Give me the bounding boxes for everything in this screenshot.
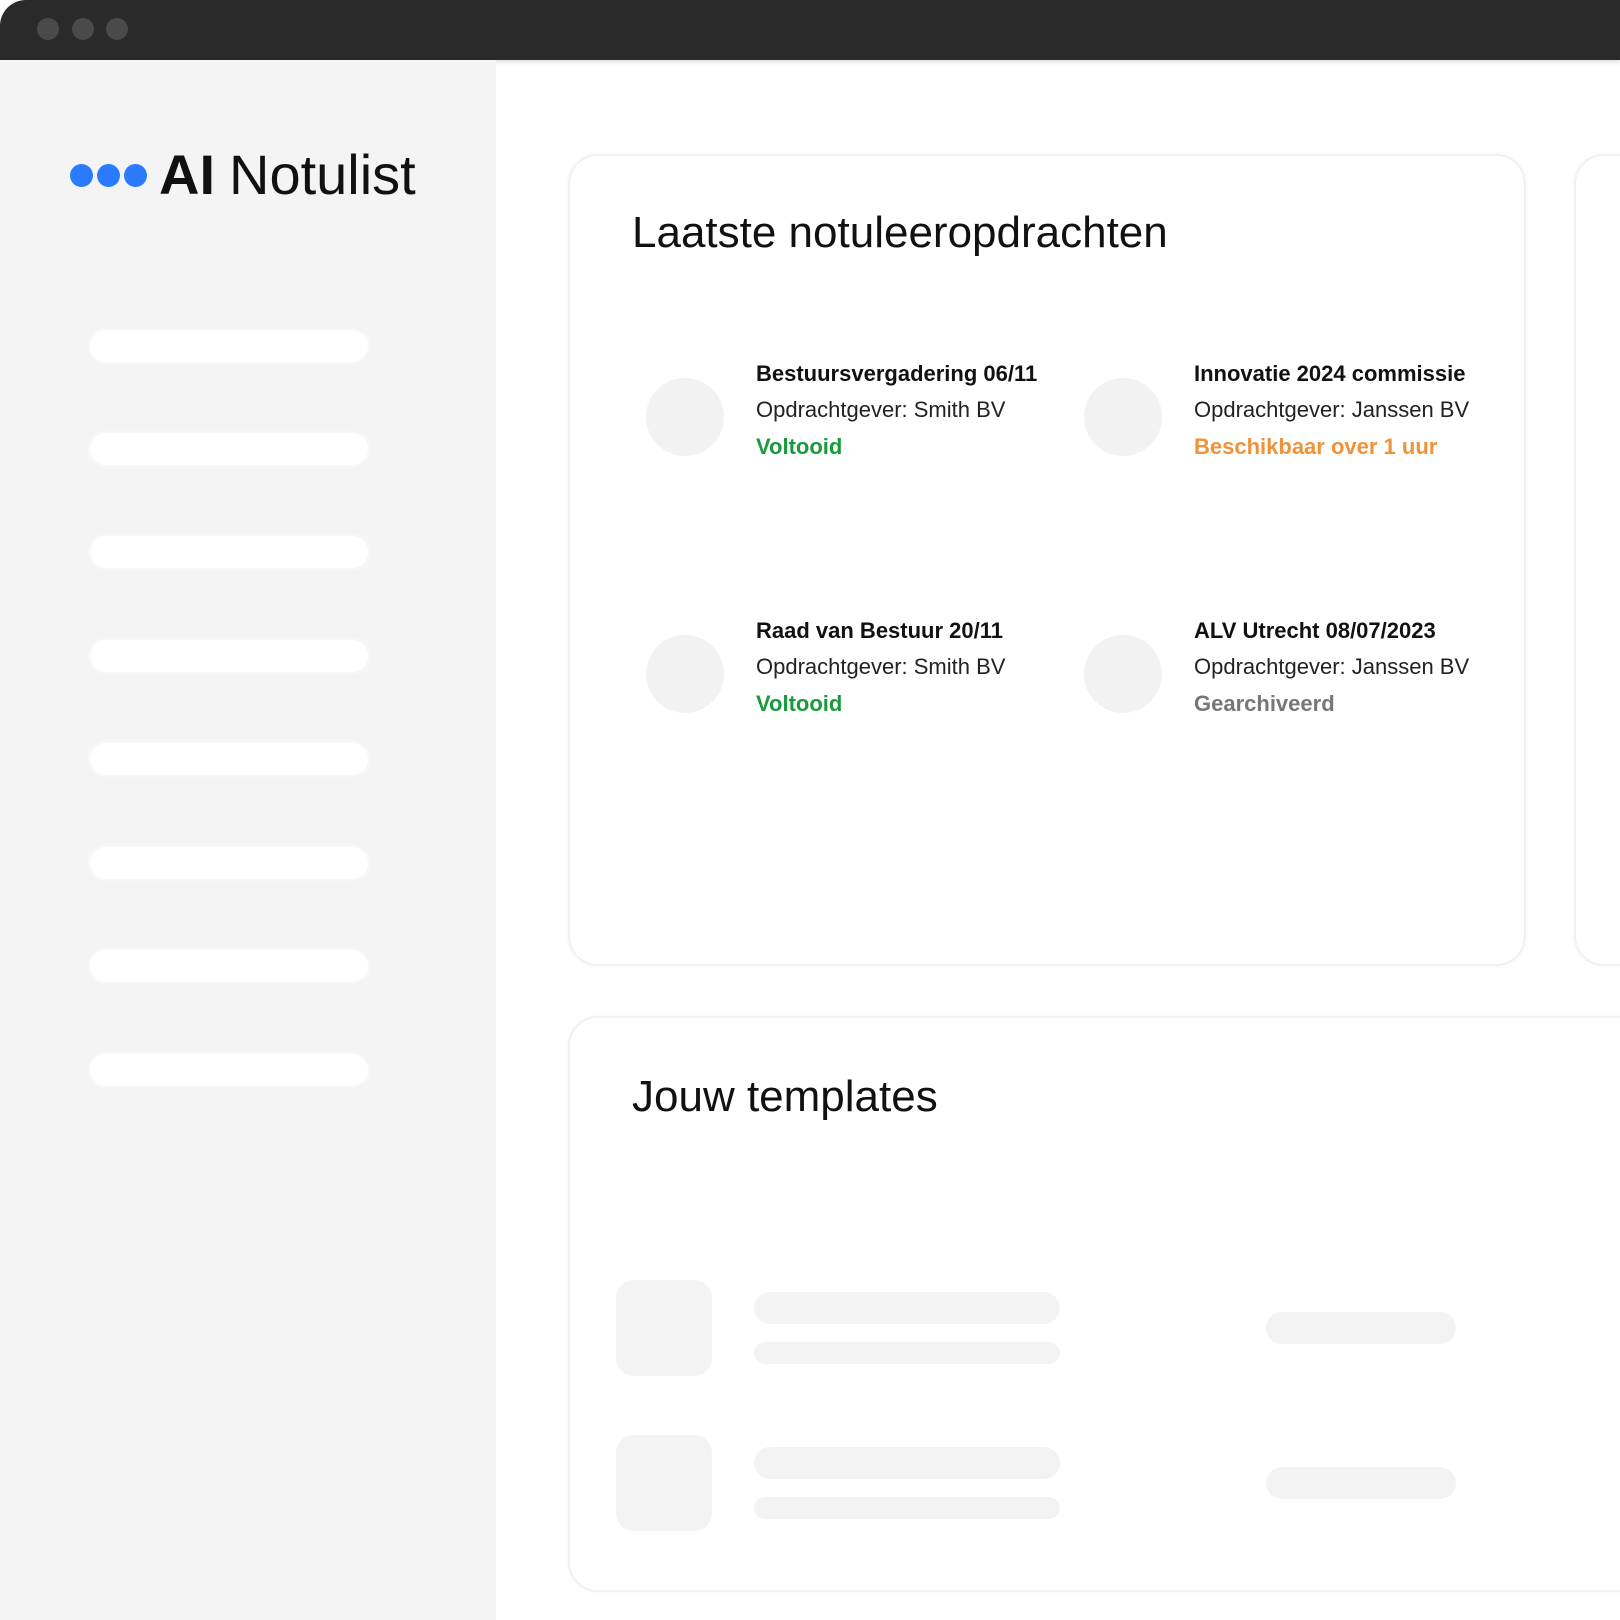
status-badge: Voltooid [756,691,843,716]
placeholder-line [754,1497,1060,1519]
status-badge: Voltooid [756,434,843,459]
avatar [646,378,724,456]
logo-dot [124,163,147,187]
sidebar: AI Notulist [0,60,496,1620]
sidebar-item-placeholder[interactable] [90,847,368,879]
avatar [1084,635,1162,713]
job-item[interactable]: ALV Utrecht 08/07/2023 Opdrachtgever: Ja… [1084,613,1524,723]
placeholder-line [754,1447,1060,1479]
template-thumbnail [616,1280,712,1376]
card-title: Laatste notuleeropdrachten [632,208,1168,257]
app-window: AI Notulist Laatste notuleeropdrachten B… [0,0,1620,1620]
job-client: Opdrachtgever: Smith BV [756,654,1006,679]
recent-jobs-card: Laatste notuleeropdrachten [568,154,1526,966]
sidebar-item-placeholder[interactable] [90,640,368,672]
job-item[interactable]: Raad van Bestuur 20/11 Opdrachtgever: Sm… [646,613,1086,723]
status-badge: Gearchiveerd [1194,691,1335,716]
window-titlebar [0,0,1620,60]
placeholder-line [754,1342,1060,1364]
job-client: Opdrachtgever: Janssen BV [1194,654,1470,679]
sidebar-item-placeholder[interactable] [90,536,368,568]
logo-dot [97,163,120,187]
job-title: Innovatie 2024 commissie [1194,361,1466,386]
three-dots-logo-icon [70,163,147,187]
sidebar-item-placeholder[interactable] [90,433,368,465]
maximize-dot-icon[interactable] [106,18,128,40]
job-item[interactable]: Bestuursvergadering 06/11 Opdrachtgever:… [646,356,1086,466]
avatar [1084,378,1162,456]
template-row-placeholder[interactable] [616,1280,1456,1376]
job-title: Bestuursvergadering 06/11 [756,361,1038,386]
minimize-dot-icon[interactable] [72,18,94,40]
sidebar-item-placeholder[interactable] [90,950,368,982]
status-badge: Beschikbaar over 1 uur [1194,434,1438,459]
card-title: Jouw templates [632,1072,938,1121]
side-card [1574,154,1620,966]
placeholder-tag [1266,1312,1456,1344]
placeholder-tag [1266,1467,1456,1499]
app-logo[interactable]: AI Notulist [70,140,416,210]
template-thumbnail [616,1435,712,1531]
avatar [646,635,724,713]
logo-text-regular: Notulist [229,143,416,206]
logo-dot [70,163,93,187]
sidebar-item-placeholder[interactable] [90,743,368,775]
job-client: Opdrachtgever: Smith BV [756,397,1006,422]
template-row-placeholder[interactable] [616,1435,1456,1531]
close-dot-icon[interactable] [37,18,59,40]
logo-text-bold: AI [159,143,215,206]
sidebar-item-placeholder[interactable] [90,330,368,362]
job-client: Opdrachtgever: Janssen BV [1194,397,1470,422]
placeholder-line [754,1292,1060,1324]
job-title: Raad van Bestuur 20/11 [756,618,1004,643]
job-title: ALV Utrecht 08/07/2023 [1194,618,1436,643]
job-item[interactable]: Innovatie 2024 commissie Opdrachtgever: … [1084,356,1524,466]
sidebar-item-placeholder[interactable] [90,1054,368,1086]
